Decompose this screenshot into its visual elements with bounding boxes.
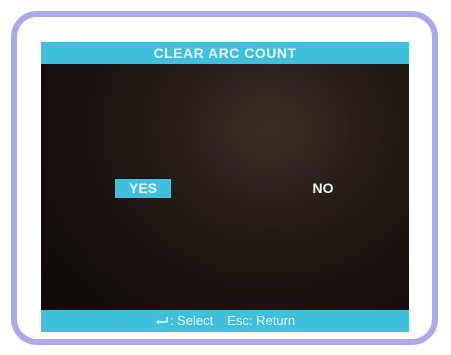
screen-title: CLEAR ARC COUNT	[41, 42, 409, 64]
return-hint: : Return	[248, 313, 296, 328]
device-screen: CLEAR ARC COUNT YES NO : Select Esc: Retu…	[41, 42, 409, 332]
footer-hint-bar: : Select Esc: Return	[41, 310, 409, 332]
no-option[interactable]: NO	[303, 179, 343, 198]
yes-option[interactable]: YES	[115, 179, 171, 198]
select-hint: : Select	[169, 313, 214, 328]
enter-icon	[155, 311, 169, 332]
esc-key-label: Esc	[227, 313, 249, 328]
